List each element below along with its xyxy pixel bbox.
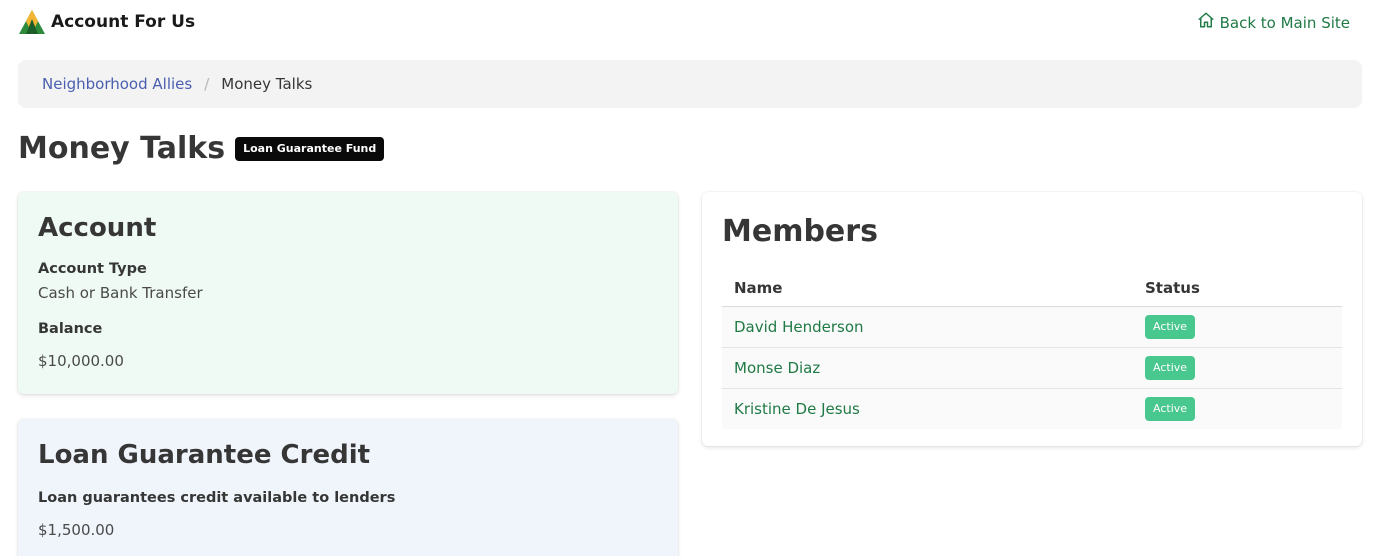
account-type-value: Cash or Bank Transfer <box>38 284 203 302</box>
member-name-link[interactable]: Kristine De Jesus <box>734 400 860 418</box>
back-to-main-site-link[interactable]: Back to Main Site <box>1197 11 1350 35</box>
loan-title: Loan Guarantee Credit <box>38 440 371 470</box>
members-table: Name Status David Henderson Active Monse… <box>722 270 1342 429</box>
member-name-link[interactable]: David Henderson <box>734 318 864 336</box>
table-row: Kristine De Jesus Active <box>722 388 1342 429</box>
brand-name: Account For Us <box>51 12 196 32</box>
members-header-row: Name Status <box>722 270 1342 307</box>
page-header: Money Talks Loan Guarantee Fund <box>18 128 385 170</box>
account-card: Account Account Type Cash or Bank Transf… <box>18 192 678 394</box>
table-row: David Henderson Active <box>722 306 1342 348</box>
status-badge: Active <box>1145 396 1196 421</box>
back-link-label: Back to Main Site <box>1219 14 1350 32</box>
member-name-link[interactable]: Monse Diaz <box>734 359 820 377</box>
breadcrumb-separator: / <box>204 75 210 93</box>
brand[interactable]: Account For Us <box>18 9 195 35</box>
account-type-label: Account Type <box>38 261 147 277</box>
fund-type-tag: Loan Guarantee Fund <box>235 137 385 161</box>
account-title: Account <box>38 213 157 243</box>
breadcrumb-parent-link[interactable]: Neighborhood Allies <box>42 75 192 93</box>
loan-credit-label: Loan guarantees credit available to lend… <box>38 490 396 506</box>
logo-icon <box>18 9 46 35</box>
breadcrumb: Neighborhood Allies / Money Talks <box>18 60 1362 108</box>
breadcrumb-current: Money Talks <box>221 75 313 93</box>
members-title: Members <box>722 214 878 249</box>
balance-label: Balance <box>38 321 103 337</box>
members-card: Members Name Status David Henderson Acti… <box>702 192 1362 446</box>
loan-guarantee-card: Loan Guarantee Credit Loan guarantees cr… <box>18 419 678 556</box>
status-badge: Active <box>1145 355 1196 380</box>
table-row: Monse Diaz Active <box>722 347 1342 389</box>
navbar: Account For Us Back to Main Site <box>0 0 1382 44</box>
home-icon <box>1197 11 1220 35</box>
status-column-header: Status <box>1133 270 1342 307</box>
loan-credit-value: $1,500.00 <box>38 521 115 539</box>
page-title: Money Talks <box>18 131 226 166</box>
status-badge: Active <box>1145 314 1196 339</box>
balance-value: $10,000.00 <box>38 352 124 370</box>
name-column-header: Name <box>722 270 1133 307</box>
